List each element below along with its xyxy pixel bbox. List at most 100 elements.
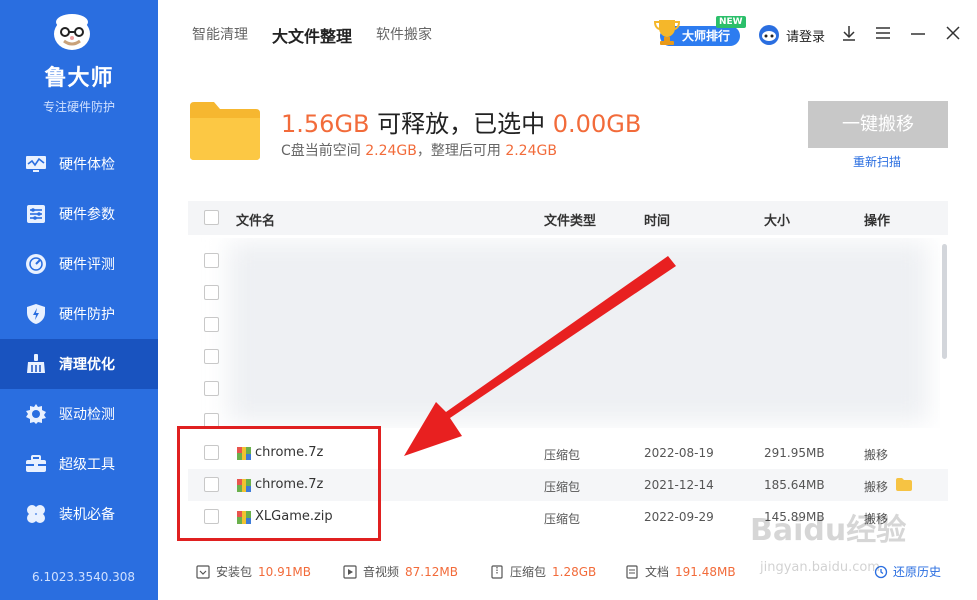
close-icon[interactable] <box>944 24 962 42</box>
sidebar-item-label: 装机必备 <box>59 507 115 523</box>
file-size: 291.95MB <box>764 446 825 460</box>
clover-icon <box>24 502 48 526</box>
minimize-icon[interactable] <box>909 24 927 42</box>
login-button[interactable]: 请登录 <box>758 24 825 46</box>
gauge-icon <box>24 252 48 276</box>
toolbox-icon <box>24 452 48 476</box>
move-all-button[interactable]: 一键搬移 <box>808 101 948 148</box>
master-ranking-button[interactable]: 大师排行 NEW <box>654 14 746 48</box>
master-face-icon <box>54 14 90 50</box>
open-folder-icon[interactable] <box>896 478 912 491</box>
sidebar-item-label: 硬件体检 <box>59 157 115 173</box>
footer-media: 音视频 87.12MB <box>343 563 458 580</box>
footer-value: 10.91MB <box>258 564 311 579</box>
col-header-type[interactable]: 文件类型 <box>544 210 596 229</box>
download-icon[interactable] <box>840 24 858 42</box>
col-header-size[interactable]: 大小 <box>764 210 790 229</box>
sidebar-item-essentials[interactable]: 装机必备 <box>0 489 158 539</box>
footer-installers: 安装包 10.91MB <box>196 563 311 580</box>
baidu-watermark-url: jingyan.baidu.com <box>760 560 880 575</box>
footer-label: 文档 <box>645 565 670 579</box>
sidebar-item-clean-optimize[interactable]: 清理优化 <box>0 339 158 389</box>
sidebar-item-label: 超级工具 <box>59 457 115 473</box>
table-header: 文件名 文件类型 时间 大小 操作 <box>188 201 948 235</box>
app-tagline: 专注硬件防护 <box>42 100 115 114</box>
after-value: 2.24GB <box>505 143 557 159</box>
user-avatar-icon <box>759 25 779 45</box>
app-name: 鲁大师 <box>44 66 114 91</box>
document-icon <box>626 564 638 579</box>
footer-archives: 压缩包 1.28GB <box>490 563 596 580</box>
folder-icon <box>190 102 260 160</box>
sidebar-item-hardware-params[interactable]: 硬件参数 <box>0 189 158 239</box>
sidebar-item-hardware-check[interactable]: 硬件体检 <box>0 139 158 189</box>
baidu-watermark: Baidu经验 <box>750 513 907 548</box>
selected-size: 0.00GB <box>552 110 642 138</box>
row-checkbox[interactable] <box>204 285 219 300</box>
sidebar-nav: 硬件体检 硬件参数 硬件评测 硬件防护 清理优化 驱动检测 超级工具 装机必备 <box>0 139 158 539</box>
tab-smart-clean[interactable]: 智能清理 <box>192 24 248 44</box>
trophy-icon <box>654 20 680 45</box>
row-checkbox[interactable] <box>204 381 219 396</box>
summary-headline: 1.56GB 可释放，已选中 0.00GB <box>281 104 641 139</box>
sliders-icon <box>24 202 48 226</box>
sidebar-item-label: 硬件参数 <box>59 207 115 223</box>
footer-value: 191.48MB <box>675 564 736 579</box>
space-label: C盘当前空间 <box>281 143 361 159</box>
footer-label: 压缩包 <box>510 565 547 579</box>
col-header-name[interactable]: 文件名 <box>236 210 275 229</box>
space-info: C盘当前空间 2.24GB，整理后可用 2.24GB <box>281 140 557 160</box>
footer-value: 87.12MB <box>405 564 458 579</box>
col-header-action: 操作 <box>864 214 891 229</box>
gear-icon <box>24 402 48 426</box>
restore-history-link[interactable]: 还原历史 <box>874 563 941 580</box>
after-label: ，整理后可用 <box>416 143 501 159</box>
file-time: 2021-12-14 <box>644 478 714 492</box>
monitor-icon <box>24 152 48 176</box>
top-bar: 智能清理 大文件整理 软件搬家 大师排行 NEW 请登录 <box>158 0 977 68</box>
sidebar: 鲁大师 专注硬件防护 硬件体检 硬件参数 硬件评测 硬件防护 清理优化 驱动检测… <box>0 0 158 600</box>
sidebar-item-driver-check[interactable]: 驱动检测 <box>0 389 158 439</box>
footer-label: 音视频 <box>363 565 400 579</box>
tab-software-move[interactable]: 软件搬家 <box>376 24 432 44</box>
broom-icon <box>24 352 48 376</box>
file-time: 2022-09-29 <box>644 510 714 524</box>
footer-label: 安装包 <box>216 565 253 579</box>
version-label: 6.1023.3540.308 <box>32 570 136 584</box>
releasable-size: 1.56GB <box>281 110 370 138</box>
media-icon <box>343 564 357 579</box>
installer-icon <box>196 564 210 579</box>
row-checkbox[interactable] <box>204 253 219 268</box>
table-scrollbar[interactable] <box>942 244 947 359</box>
new-badge: NEW <box>716 16 746 28</box>
file-type: 压缩包 <box>544 512 581 526</box>
shield-icon <box>24 302 48 326</box>
tab-large-files[interactable]: 大文件整理 <box>272 23 352 47</box>
sidebar-item-hardware-benchmark[interactable]: 硬件评测 <box>0 239 158 289</box>
file-size: 185.64MB <box>764 478 825 492</box>
restore-label: 还原历史 <box>893 565 942 579</box>
app-logo: 鲁大师 专注硬件防护 <box>0 0 158 120</box>
login-label: 请登录 <box>786 29 826 45</box>
footer-value: 1.28GB <box>552 564 597 579</box>
archive-icon <box>491 564 503 579</box>
releasable-text: 可释放，已选中 <box>377 110 546 138</box>
sidebar-item-hardware-protection[interactable]: 硬件防护 <box>0 289 158 339</box>
footer-documents: 文档 191.48MB <box>625 563 736 580</box>
sidebar-item-label: 驱动检测 <box>59 407 115 423</box>
col-header-time[interactable]: 时间 <box>644 210 670 229</box>
space-value: 2.24GB <box>365 143 417 159</box>
file-type: 压缩包 <box>544 480 581 494</box>
highlight-box <box>177 426 381 541</box>
row-checkbox[interactable] <box>204 317 219 332</box>
menu-icon[interactable] <box>874 24 892 42</box>
select-all-checkbox[interactable] <box>204 210 219 225</box>
sidebar-item-label: 硬件评测 <box>59 257 115 273</box>
rescan-link[interactable]: 重新扫描 <box>853 153 901 170</box>
sidebar-item-label: 硬件防护 <box>59 307 115 323</box>
sidebar-item-super-tools[interactable]: 超级工具 <box>0 439 158 489</box>
sidebar-item-label: 清理优化 <box>59 357 115 373</box>
move-link[interactable]: 搬移 <box>864 478 888 495</box>
row-checkbox[interactable] <box>204 349 219 364</box>
move-link[interactable]: 搬移 <box>864 446 888 463</box>
